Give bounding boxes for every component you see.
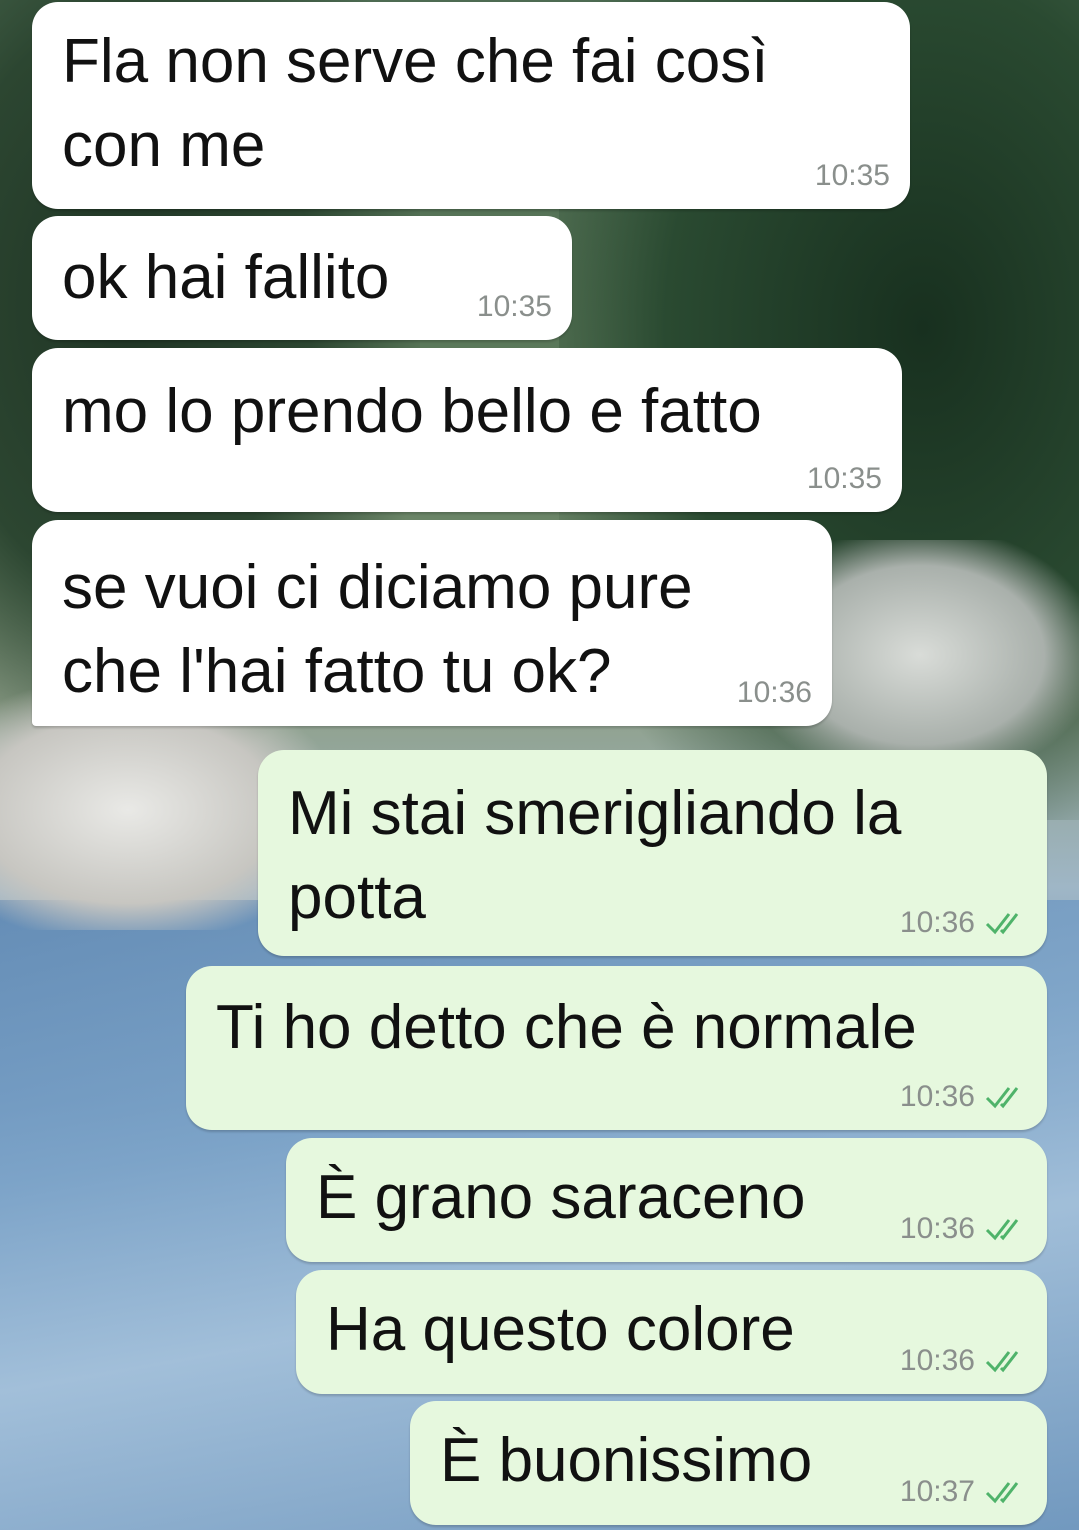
message-time: 10:35 [476, 290, 552, 323]
message-time: 10:36 [899, 1344, 975, 1377]
message-meta: 10:35 [477, 290, 552, 324]
double-check-icon [985, 1351, 1019, 1373]
message-text: È grano saraceno [316, 1156, 805, 1240]
message-time: 10:36 [899, 1080, 975, 1113]
message-line: con me [62, 111, 266, 180]
message-meta: 10:36 [900, 906, 1027, 940]
message-text: se vuoi ci diciamo pure che l'hai fatto … [62, 546, 693, 714]
message-meta: 10:36 [900, 1212, 1027, 1246]
message-meta: 10:35 [815, 159, 890, 193]
message-meta: 10:37 [900, 1475, 1027, 1509]
message-line: potta [288, 863, 426, 932]
double-check-icon [985, 913, 1019, 935]
message-text: Ha questo colore [326, 1288, 795, 1372]
message-line: Ti ho detto che è normale [216, 993, 917, 1062]
message-line: che l'hai fatto tu ok? [62, 637, 612, 706]
double-check-icon [985, 1219, 1019, 1241]
message-meta: 10:36 [737, 676, 812, 710]
message-text: Mi stai smerigliando la potta [288, 772, 901, 940]
message-list[interactable]: Fla non serve che fai così con me 10:35 … [0, 0, 1079, 1530]
message-time: 10:37 [899, 1475, 975, 1508]
message-time: 10:36 [899, 1212, 975, 1245]
message-bubble-outgoing[interactable]: È grano saraceno 10:36 [286, 1138, 1047, 1262]
message-bubble-incoming[interactable]: Fla non serve che fai così con me 10:35 [32, 2, 910, 209]
message-bubble-incoming[interactable]: ok hai fallito 10:35 [32, 216, 572, 340]
message-bubble-outgoing[interactable]: Ha questo colore 10:36 [296, 1270, 1047, 1394]
double-check-icon [985, 1482, 1019, 1504]
message-line: ok hai fallito [62, 243, 390, 312]
message-text: Ti ho detto che è normale [216, 986, 917, 1070]
double-check-icon [985, 1087, 1019, 1109]
message-meta: 10:35 [807, 462, 882, 496]
message-time: 10:36 [899, 906, 975, 939]
message-line: È buonissimo [440, 1426, 813, 1495]
message-bubble-incoming[interactable]: se vuoi ci diciamo pure che l'hai fatto … [32, 520, 832, 726]
message-line: mo lo prendo bello e fatto [62, 377, 762, 446]
message-line: se vuoi ci diciamo pure [62, 553, 693, 622]
message-time: 10:35 [806, 462, 882, 495]
message-text: È buonissimo [440, 1419, 812, 1503]
message-bubble-incoming[interactable]: mo lo prendo bello e fatto 10:35 [32, 348, 902, 512]
message-text: Fla non serve che fai così con me [62, 20, 768, 188]
message-bubble-outgoing[interactable]: Ti ho detto che è normale 10:36 [186, 966, 1047, 1130]
message-bubble-outgoing[interactable]: Mi stai smerigliando la potta 10:36 [258, 750, 1047, 956]
message-text: mo lo prendo bello e fatto [62, 370, 762, 454]
message-line: Fla non serve che fai così [62, 27, 769, 96]
message-bubble-outgoing[interactable]: È buonissimo 10:37 [410, 1401, 1047, 1525]
message-line: Mi stai smerigliando la [288, 779, 902, 848]
message-meta: 10:36 [900, 1344, 1027, 1378]
message-text: ok hai fallito [62, 236, 389, 320]
message-line: È grano saraceno [316, 1163, 806, 1232]
message-meta: 10:36 [900, 1080, 1027, 1114]
message-time: 10:36 [736, 676, 812, 709]
message-time: 10:35 [814, 159, 890, 192]
message-line: Ha questo colore [326, 1295, 795, 1364]
